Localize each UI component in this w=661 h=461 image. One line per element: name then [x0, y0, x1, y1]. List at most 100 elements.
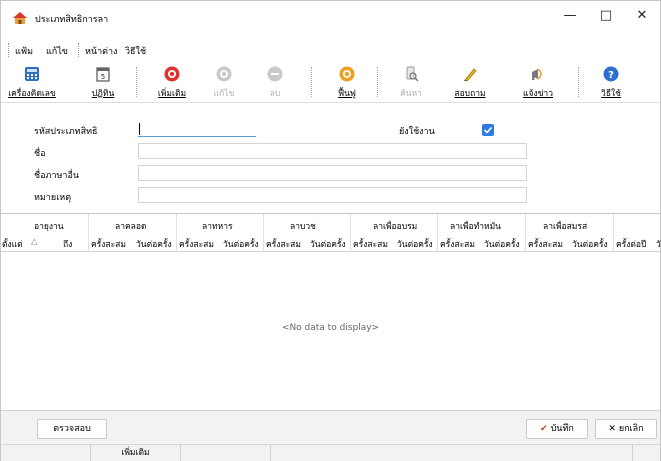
inquiry-button[interactable]: สอบถาม [448, 63, 492, 101]
status-cell [271, 445, 633, 461]
entitlement-grid[interactable]: อายุงาน ลาคลอด ลาทหาร ลาบวช ลาเพื่ออบรม … [1, 213, 661, 410]
col-header-marriage-count[interactable]: ครั้งสะสม [528, 237, 563, 251]
notify-button[interactable]: แจ้งข่าว [514, 63, 562, 101]
menu-edit[interactable]: แก้ไข [46, 44, 68, 58]
search-label: ค้นหา [400, 89, 422, 99]
column-divider [613, 214, 614, 252]
toolbar: เครื่องคิดเลข 5 ปฏิทิน เพิ่มเติม แก้ไข ล… [1, 61, 660, 103]
name-input[interactable] [138, 143, 527, 159]
group-header-marriage: ลาเพื่อสมรส [543, 222, 588, 232]
menu-separator [78, 43, 80, 57]
note-label: หมายเหตุ [34, 193, 72, 203]
col-header-truncated[interactable]: วั [656, 237, 661, 251]
name-label: ชื่อ [34, 149, 46, 159]
checkmark-icon: ✔ [540, 424, 548, 434]
refresh-button[interactable]: ฟื้นฟู [325, 63, 369, 101]
help-icon: ? [603, 66, 619, 82]
note-input[interactable] [138, 187, 527, 203]
column-divider [350, 214, 351, 252]
toolbar-separator [377, 67, 378, 97]
col-header-per-year[interactable]: ครั้งต่อปี [616, 237, 646, 251]
col-header-ordination-count[interactable]: ครั้งสะสม [266, 237, 301, 251]
save-label: บันทึก [550, 424, 574, 434]
col-header-from[interactable]: ตั้งแต่ [2, 237, 23, 251]
col-header-training-days[interactable]: วันต่อครั้ง [397, 237, 433, 251]
minimize-button[interactable]: — [552, 1, 588, 31]
search-button[interactable]: ค้นหา [391, 63, 431, 101]
refresh-label: ฟื้นฟู [338, 89, 356, 99]
column-divider [263, 214, 264, 252]
column-divider [88, 214, 89, 252]
group-header-maternity: ลาคลอด [115, 222, 147, 232]
check-button[interactable]: ตรวจสอบ [37, 419, 107, 439]
add-icon [164, 66, 180, 82]
cancel-button[interactable]: ✕ ยกเลิก [595, 419, 657, 439]
grid-header: อายุงาน ลาคลอด ลาทหาร ลาบวช ลาเพื่ออบรม … [1, 214, 661, 252]
group-header-military: ลาทหาร [202, 222, 233, 232]
menu-grip [8, 43, 10, 57]
cross-icon: ✕ [608, 424, 616, 434]
leave-type-form: รหัสประเภทสิทธิ ยังใช้งาน ชื่อ ชื่อภาษาอ… [1, 104, 660, 212]
col-header-ordination-days[interactable]: วันต่อครั้ง [310, 237, 346, 251]
calendar-label: ปฏิทิน [91, 89, 115, 99]
megaphone-icon [532, 68, 542, 80]
code-label: รหัสประเภทสิทธิ [34, 127, 98, 137]
calculator-button[interactable]: เครื่องคิดเลข [5, 63, 59, 101]
calculator-label: เครื่องคิดเลข [8, 89, 56, 99]
app-icon [13, 12, 27, 24]
menu-help[interactable]: วิธีใช้ [125, 44, 146, 58]
alt-name-input[interactable] [138, 165, 527, 181]
code-input[interactable] [138, 121, 256, 137]
save-button[interactable]: ✔ บันทึก [526, 419, 588, 439]
menu-file[interactable]: แฟ้ม [15, 44, 33, 58]
toolbar-separator [311, 67, 312, 97]
title-bar: ประเภทสิทธิการลา — □ ✕ [1, 1, 660, 31]
add-button[interactable]: เพิ่มเติม [145, 63, 199, 101]
status-bar: เพิ่มเติม [1, 444, 660, 461]
delete-button[interactable]: ลบ [258, 63, 292, 101]
pen-icon [464, 68, 477, 82]
menu-bar: แฟ้ม แก้ไข หน้าต่าง วิธีใช้ [1, 39, 660, 61]
empty-grid-message: <No data to display> [281, 323, 380, 333]
status-cell [1, 445, 91, 461]
col-header-sterilization-days[interactable]: วันต่อครั้ง [484, 237, 520, 251]
notify-label: แจ้งข่าว [523, 89, 553, 99]
help-button[interactable]: ? วิธีใช้ [593, 63, 629, 101]
menu-window[interactable]: หน้าต่าง [85, 44, 117, 58]
active-label: ยังใช้งาน [399, 127, 435, 137]
close-button[interactable]: ✕ [624, 1, 660, 31]
leave-type-window: ประเภทสิทธิการลา — □ ✕ แฟ้ม แก้ไข หน้าต่… [0, 0, 661, 461]
col-header-training-count[interactable]: ครั้งสะสม [353, 237, 388, 251]
calculator-icon [25, 67, 39, 81]
checkmark-icon [483, 126, 493, 134]
col-header-military-days[interactable]: วันต่อครั้ง [223, 237, 259, 251]
edit-label: แก้ไข [213, 89, 235, 99]
delete-label: ลบ [269, 89, 281, 99]
column-divider [525, 214, 526, 252]
group-header-ordination: ลาบวช [290, 222, 316, 232]
col-header-sterilization-count[interactable]: ครั้งสะสม [440, 237, 475, 251]
col-header-military-count[interactable]: ครั้งสะสม [179, 237, 214, 251]
calendar-icon: 5 [96, 67, 110, 82]
col-header-maternity-days[interactable]: วันต่อครั้ง [136, 237, 172, 251]
group-header-service-age: อายุงาน [34, 222, 64, 232]
edit-button[interactable]: แก้ไข [204, 63, 244, 101]
status-mode: เพิ่มเติม [91, 445, 181, 461]
status-cell [181, 445, 271, 461]
cancel-label: ยกเลิก [618, 424, 644, 434]
toolbar-separator [136, 67, 137, 97]
maximize-button[interactable]: □ [588, 1, 624, 31]
col-header-to[interactable]: ถึง [63, 237, 72, 251]
calendar-button[interactable]: 5 ปฏิทิน [83, 63, 123, 101]
add-label: เพิ่มเติม [157, 89, 187, 99]
sort-up-icon: △ [31, 237, 38, 247]
edit-icon [216, 66, 232, 82]
col-header-marriage-days[interactable]: วันต่อครั้ง [572, 237, 608, 251]
group-header-sterilization: ลาเพื่อทำหมัน [450, 222, 501, 232]
window-title: ประเภทสิทธิการลา [35, 15, 109, 25]
active-checkbox[interactable] [482, 124, 494, 136]
alt-name-label: ชื่อภาษาอื่น [34, 171, 80, 181]
refresh-icon [339, 66, 355, 82]
col-header-maternity-count[interactable]: ครั้งสะสม [91, 237, 126, 251]
inquiry-label: สอบถาม [454, 89, 486, 99]
